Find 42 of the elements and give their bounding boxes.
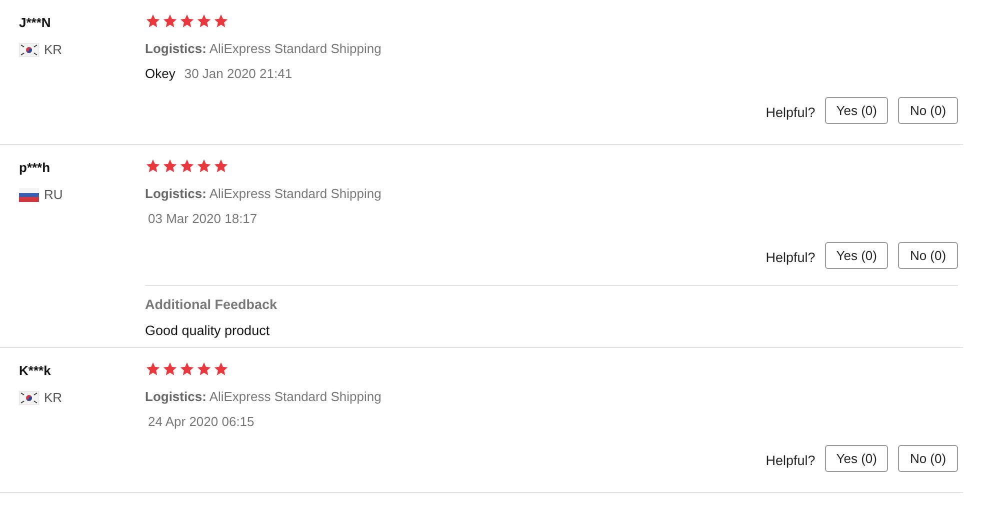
additional-feedback-text: Good quality product	[145, 322, 271, 340]
no-button[interactable]: No (0)	[898, 242, 958, 269]
star-icon	[162, 13, 178, 29]
country-code: RU	[44, 187, 63, 202]
yes-button[interactable]: Yes (0)	[825, 445, 888, 472]
country-code: KR	[44, 42, 62, 57]
no-button[interactable]: No (0)	[898, 97, 958, 124]
helpful-label: Helpful?	[766, 250, 816, 265]
star-icon	[145, 361, 161, 377]
review-date: 03 Mar 2020 18:17	[147, 210, 258, 228]
no-button[interactable]: No (0)	[898, 445, 958, 472]
reviewer-name: J***N	[19, 15, 51, 31]
review-comment: Okey	[145, 65, 176, 83]
logistics-info: Logistics: AliExpress Standard Shipping	[145, 40, 382, 58]
star-icon	[196, 13, 212, 29]
reviewer-name: p***h	[19, 160, 50, 176]
flag-icon	[19, 188, 39, 202]
logistics-info: Logistics: AliExpress Standard Shipping	[145, 388, 382, 406]
review-date: 30 Jan 2020 21:41	[183, 65, 292, 83]
star-icon	[179, 158, 195, 174]
helpful-label: Helpful?	[766, 453, 816, 468]
logistics-info: Logistics: AliExpress Standard Shipping	[145, 185, 382, 203]
star-icon	[196, 158, 212, 174]
helpful-label: Helpful?	[766, 105, 816, 120]
yes-button[interactable]: Yes (0)	[825, 97, 888, 124]
reviewer-name: K***k	[19, 363, 51, 379]
star-icon	[179, 13, 195, 29]
review-date: 24 Apr 2020 06:15	[147, 413, 254, 431]
flag-icon	[19, 390, 39, 404]
star-icon	[213, 13, 229, 29]
flag-icon	[19, 42, 39, 56]
star-icon	[162, 361, 178, 377]
star-icon	[145, 13, 161, 29]
star-icon	[145, 158, 161, 174]
star-icon	[213, 158, 229, 174]
additional-feedback-title: Additional Feedback	[145, 296, 278, 314]
country-code: KR	[44, 390, 62, 405]
yes-button[interactable]: Yes (0)	[825, 242, 888, 269]
star-icon	[196, 361, 212, 377]
star-icon	[179, 361, 195, 377]
star-icon	[162, 158, 178, 174]
star-icon	[213, 361, 229, 377]
